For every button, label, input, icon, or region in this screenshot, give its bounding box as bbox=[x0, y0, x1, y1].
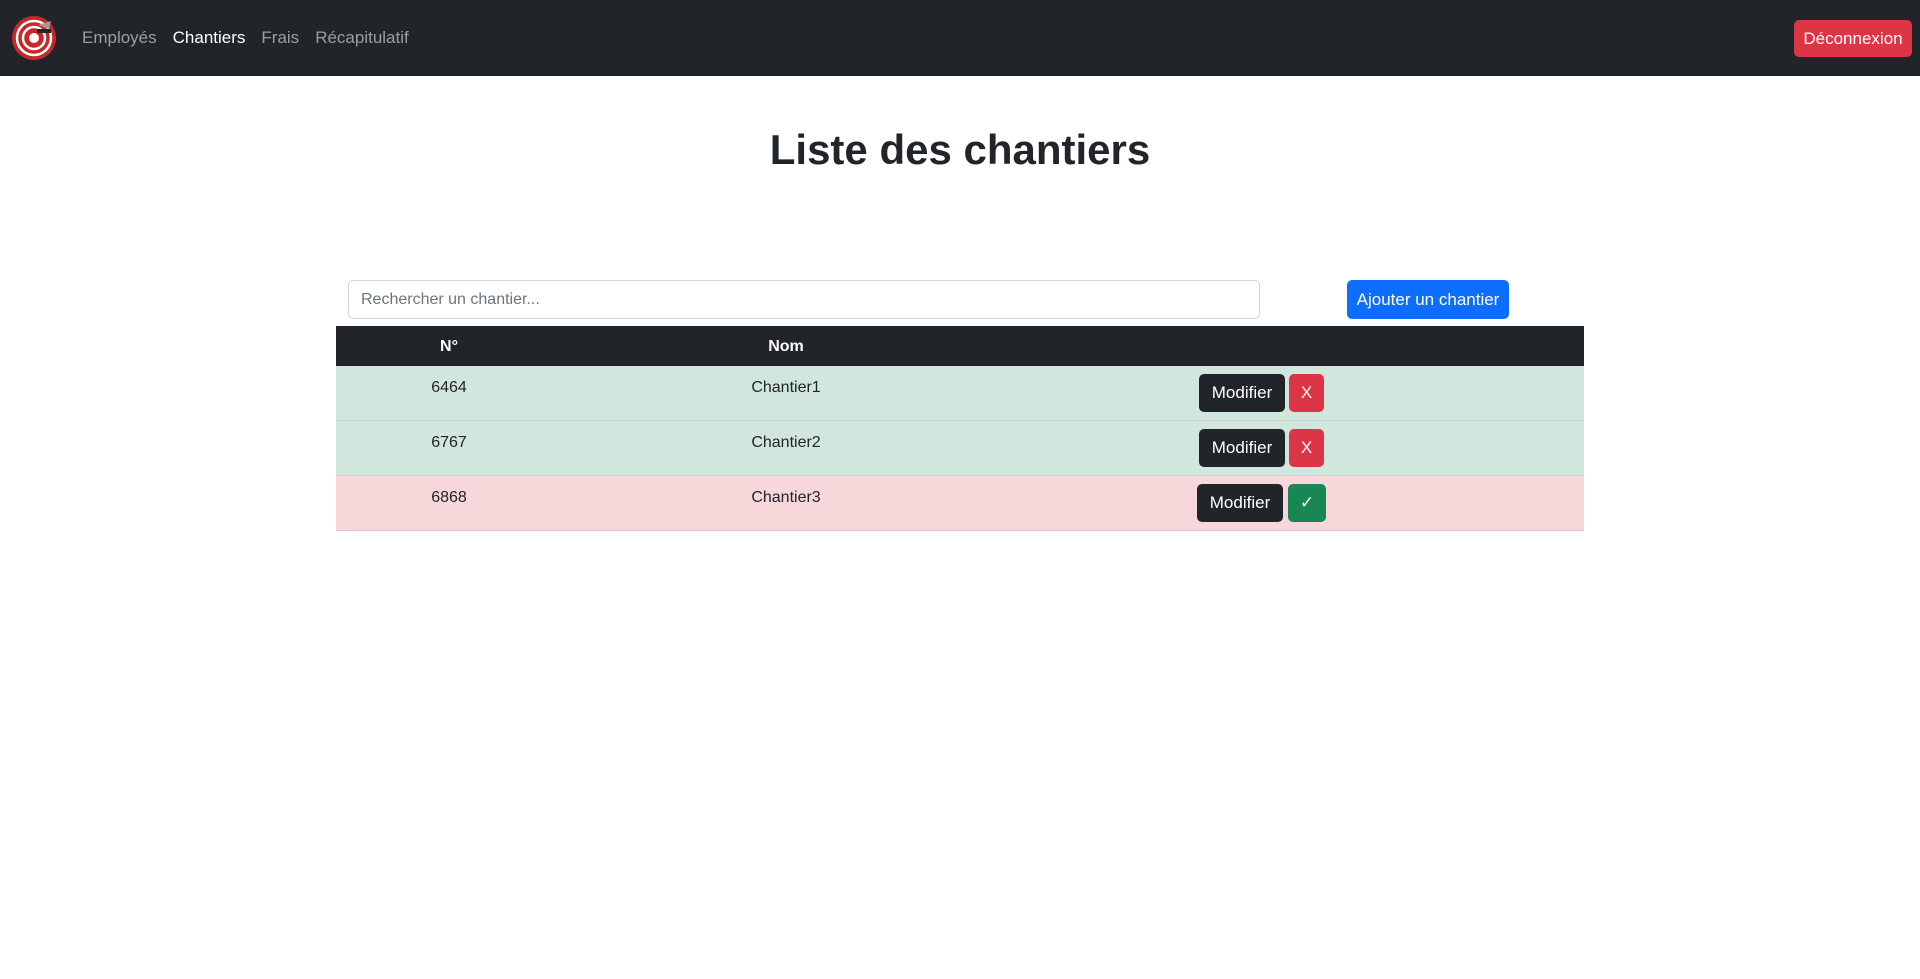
target-logo-icon[interactable] bbox=[11, 15, 57, 61]
nav-link-employes[interactable]: Employés bbox=[82, 28, 157, 48]
page-title: Liste des chantiers bbox=[769, 126, 1151, 173]
nav-link-frais[interactable]: Frais bbox=[261, 28, 299, 48]
navbar: Employés Chantiers Frais Récapitulatif D… bbox=[0, 0, 1920, 76]
row-nom: Chantier2 bbox=[751, 434, 821, 451]
row-nom: Chantier1 bbox=[751, 379, 821, 396]
search-input[interactable] bbox=[348, 280, 1260, 319]
table-row: 6767 Chantier2 Modifier X bbox=[336, 421, 1584, 476]
nav-link-chantiers[interactable]: Chantiers bbox=[173, 28, 246, 48]
table-header: N° Nom bbox=[336, 326, 1584, 366]
table-row: 6464 Chantier1 Modifier X bbox=[336, 366, 1584, 421]
row-num: 6464 bbox=[431, 379, 467, 396]
header-num: N° bbox=[440, 338, 458, 355]
deactivate-button[interactable]: X bbox=[1289, 429, 1324, 467]
modify-button[interactable]: Modifier bbox=[1199, 374, 1285, 412]
activate-button[interactable]: ✓ bbox=[1288, 484, 1326, 522]
add-chantier-button[interactable]: Ajouter un chantier bbox=[1347, 280, 1509, 319]
table-row: 6868 Chantier3 Modifier ✓ bbox=[336, 476, 1584, 531]
row-num: 6767 bbox=[431, 434, 467, 451]
nav-link-recapitulatif[interactable]: Récapitulatif bbox=[315, 28, 409, 48]
modify-button[interactable]: Modifier bbox=[1199, 429, 1285, 467]
deactivate-button[interactable]: X bbox=[1289, 374, 1324, 412]
nav-links: Employés Chantiers Frais Récapitulatif bbox=[82, 0, 425, 76]
row-nom: Chantier3 bbox=[751, 489, 821, 506]
row-num: 6868 bbox=[431, 489, 467, 506]
chantiers-table: N° Nom 6464 Chantier1 Modifier X 6767 Ch… bbox=[336, 326, 1584, 531]
logout-button[interactable]: Déconnexion bbox=[1794, 20, 1912, 57]
header-nom: Nom bbox=[768, 338, 804, 355]
modify-button[interactable]: Modifier bbox=[1197, 484, 1283, 522]
